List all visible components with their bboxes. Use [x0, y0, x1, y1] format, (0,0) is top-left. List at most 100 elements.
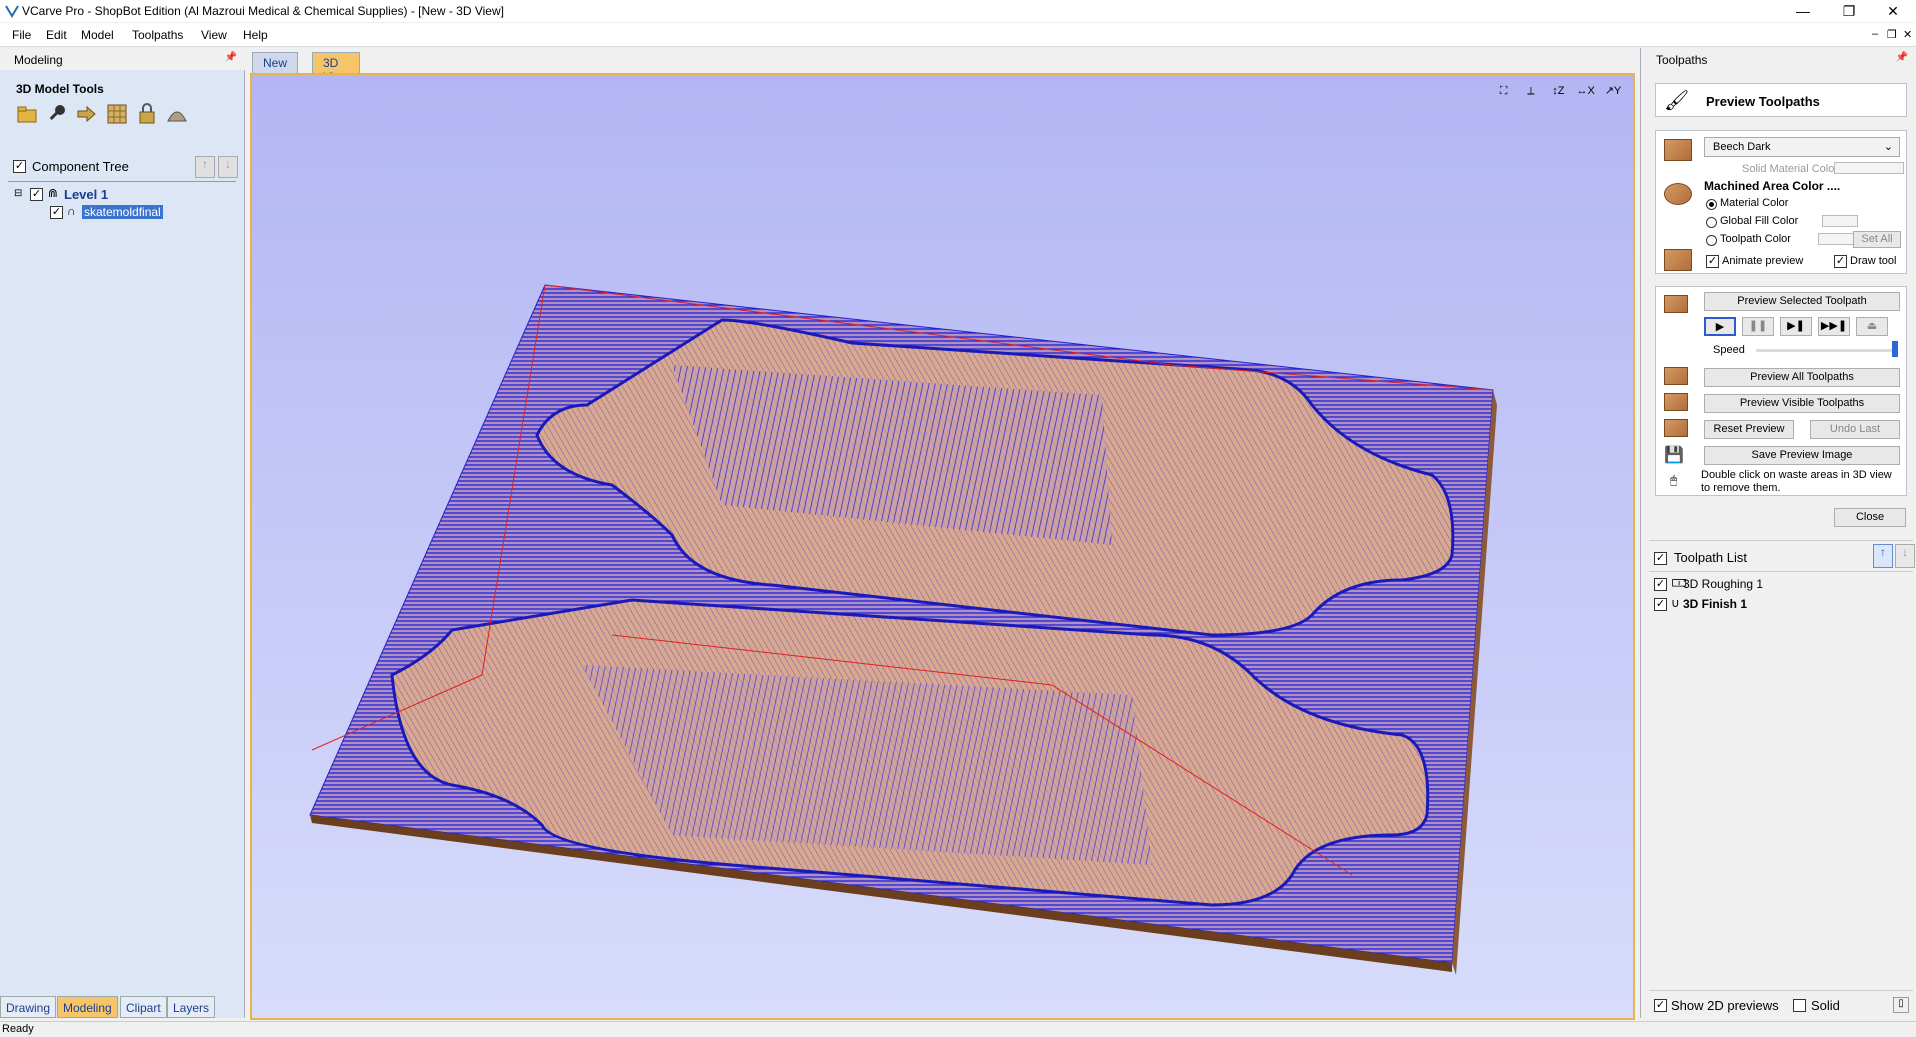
step-button[interactable]: ▶❚: [1780, 317, 1812, 336]
fast-forward-button[interactable]: ▶▶❚: [1818, 317, 1850, 336]
draw-tool-checkbox[interactable]: ✓: [1834, 255, 1847, 268]
draw-tool-label: Draw tool: [1850, 255, 1897, 267]
menu-model[interactable]: Model: [81, 28, 114, 42]
panel-tabs: Drawing Modeling Clipart Layers: [0, 996, 245, 1018]
tab-modeling[interactable]: Modeling: [57, 996, 118, 1018]
status-text: Ready: [2, 1023, 34, 1035]
mdi-minimize-icon[interactable]: –: [1872, 28, 1878, 40]
toolpath-item[interactable]: ✓ ∪ 3D Finish 1: [1653, 596, 1903, 614]
toolpath-list-checkbox[interactable]: ✓: [1654, 552, 1667, 565]
mdi-close-icon[interactable]: ✕: [1903, 28, 1912, 41]
tools-title: 3D Model Tools: [16, 82, 104, 96]
tree-item-label: Level 1: [64, 187, 109, 202]
machined-area-label: Machined Area Color ....: [1704, 179, 1841, 193]
preview-visible-button[interactable]: Preview Visible Toolpaths: [1704, 394, 1900, 413]
save-icon: 💾: [1664, 447, 1684, 464]
menu-toolpaths[interactable]: Toolpaths: [132, 28, 183, 42]
move-up-button[interactable]: ↑: [195, 156, 215, 178]
component-tree-header: ✓ Component Tree ↑ ↓: [10, 156, 240, 178]
animate-icon: [1664, 249, 1692, 271]
modeling-panel-header: Modeling 📌: [0, 48, 245, 70]
reset-preview-button[interactable]: Reset Preview: [1704, 420, 1794, 439]
tab-3d-view[interactable]: 3D View: [312, 52, 360, 84]
tab-layers[interactable]: Layers: [167, 996, 216, 1018]
speed-slider-track[interactable]: [1756, 349, 1896, 352]
lock-icon[interactable]: [136, 103, 158, 125]
preview-all-button[interactable]: Preview All Toolpaths: [1704, 368, 1900, 387]
minimize-button[interactable]: —: [1780, 0, 1826, 22]
component-checkbox[interactable]: ✓: [50, 206, 63, 219]
options-icon[interactable]: ▯: [1893, 997, 1909, 1013]
preview-visible-icon: [1664, 393, 1688, 411]
level-checkbox[interactable]: ✓: [30, 188, 43, 201]
play-button[interactable]: ▶: [1704, 317, 1736, 336]
material-select[interactable]: Beech Dark ⌄: [1704, 137, 1900, 157]
modeling-panel-title: Modeling: [14, 53, 63, 67]
mdi-restore-icon[interactable]: ❐: [1887, 28, 1897, 41]
close-window-button[interactable]: ✕: [1870, 0, 1916, 22]
stop-button[interactable]: ⏏: [1856, 317, 1888, 336]
menu-file[interactable]: File: [12, 28, 31, 42]
set-all-button[interactable]: Set All: [1853, 231, 1901, 248]
divider: [1649, 990, 1913, 991]
menu-bar: File Edit Model Toolpaths View Help – ❐ …: [0, 23, 1916, 47]
animate-preview-label: Animate preview: [1722, 255, 1804, 267]
collapse-icon[interactable]: ⊟: [14, 188, 22, 199]
undo-last-button[interactable]: Undo Last: [1810, 420, 1900, 439]
pause-button[interactable]: ❚❚: [1742, 317, 1774, 336]
preview-selected-button[interactable]: Preview Selected Toolpath: [1704, 292, 1900, 311]
status-bar: Ready: [0, 1021, 1916, 1037]
toolpath-name: 3D Finish 1: [1683, 597, 1748, 611]
texture-icon[interactable]: [106, 103, 128, 125]
menu-edit[interactable]: Edit: [46, 28, 67, 42]
move-down-button[interactable]: ↓: [218, 156, 238, 178]
show-2d-previews-checkbox[interactable]: ✓: [1654, 999, 1667, 1012]
menu-help[interactable]: Help: [243, 28, 268, 42]
toolpath-color-picker[interactable]: [1818, 233, 1856, 245]
preview-toolpaths-icon: 🖌: [1664, 90, 1690, 112]
preview-controls-box: Preview Selected Toolpath ▶ ❚❚ ▶❚ ▶▶❚ ⏏ …: [1655, 286, 1907, 496]
ball-nose-icon: ∪: [1671, 596, 1680, 610]
dome-icon[interactable]: [166, 103, 188, 125]
divider: [1649, 571, 1913, 572]
menu-view[interactable]: View: [201, 28, 227, 42]
preview-header: 🖌 Preview Toolpaths: [1655, 83, 1907, 117]
toolpath-item[interactable]: ✓ 🀱 3D Roughing 1: [1653, 576, 1903, 594]
pin-icon[interactable]: 📌: [1896, 52, 1908, 63]
component-tree-label: Component Tree: [32, 159, 129, 174]
folder-icon[interactable]: [16, 103, 38, 125]
arrow-icon[interactable]: [75, 103, 97, 125]
toolpath-render: [309, 284, 1497, 975]
animate-preview-checkbox[interactable]: ✓: [1706, 255, 1719, 268]
divider: [1649, 540, 1913, 541]
global-fill-radio[interactable]: [1706, 217, 1717, 228]
material-color-radio[interactable]: [1706, 199, 1717, 210]
solid-material-color-label: Solid Material Color: [1742, 163, 1838, 175]
maximize-button[interactable]: ❐: [1826, 0, 1872, 22]
tab-drawing[interactable]: Drawing: [0, 996, 57, 1018]
hint-icon: 🖱: [1670, 473, 1678, 487]
toolpath-color-radio[interactable]: [1706, 235, 1717, 246]
component-tree-checkbox[interactable]: ✓: [13, 160, 26, 173]
reset-preview-icon: [1664, 419, 1688, 437]
solid-checkbox[interactable]: [1793, 999, 1806, 1012]
title-bar: VCarve Pro - ShopBot Edition (Al Mazroui…: [0, 0, 1916, 22]
preview-all-icon: [1664, 367, 1688, 385]
save-preview-button[interactable]: Save Preview Image: [1704, 446, 1900, 465]
move-up-button[interactable]: ↑: [1873, 544, 1893, 568]
move-down-button[interactable]: ↓: [1895, 544, 1915, 568]
close-button[interactable]: Close: [1834, 508, 1906, 527]
show-2d-previews-label: Show 2D previews: [1671, 998, 1779, 1013]
pin-icon[interactable]: 📌: [225, 52, 237, 63]
tree-divider: [8, 181, 236, 182]
3d-viewport[interactable]: ⛶ ⟂ ↕Z ↔X ↗Y: [250, 73, 1635, 1020]
toolpath-checkbox[interactable]: ✓: [1654, 598, 1667, 611]
tab-new[interactable]: New: [252, 52, 299, 73]
global-fill-color-picker[interactable]: [1822, 215, 1858, 227]
key-icon[interactable]: [46, 103, 68, 125]
tab-clipart[interactable]: Clipart: [120, 996, 167, 1018]
solid-color-picker[interactable]: [1834, 162, 1904, 174]
speed-slider-handle[interactable]: [1892, 341, 1898, 357]
hint-text: Double click on waste areas in 3D view t…: [1701, 469, 1892, 494]
toolpath-checkbox[interactable]: ✓: [1654, 578, 1667, 591]
